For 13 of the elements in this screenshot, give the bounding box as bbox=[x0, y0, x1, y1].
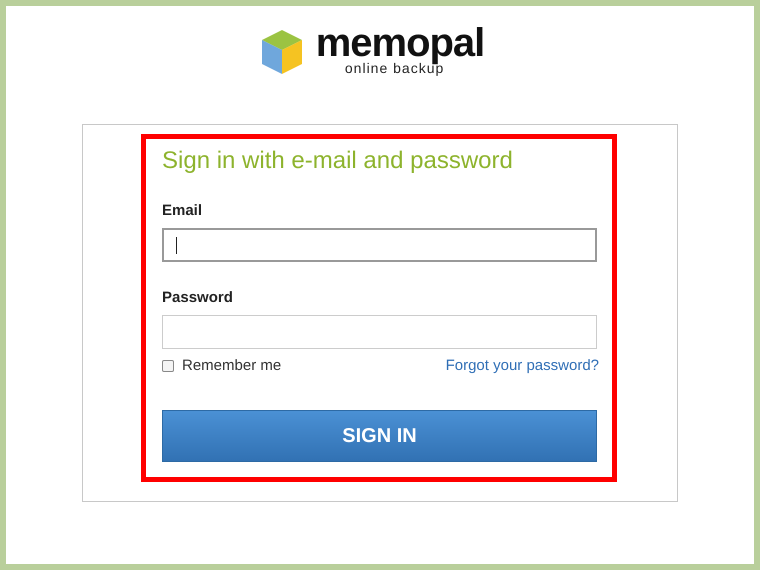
form-title: Sign in with e-mail and password bbox=[162, 147, 514, 175]
input-field[interactable] bbox=[162, 228, 597, 262]
logo-wordmark: memopal bbox=[316, 23, 484, 63]
field-label: Email bbox=[162, 202, 204, 219]
remember-checkbox[interactable] bbox=[162, 360, 174, 372]
logo-tagline: online backup bbox=[344, 61, 444, 75]
text-cursor bbox=[176, 237, 177, 254]
sign-in-button[interactable]: SIGN IN bbox=[162, 410, 597, 462]
checkbox-label: Remember me bbox=[182, 357, 282, 374]
forgot-password-link[interactable]: Forgot your password? bbox=[446, 357, 599, 374]
cube-icon bbox=[260, 28, 304, 76]
field-label: Password bbox=[162, 289, 234, 306]
input-field[interactable] bbox=[162, 315, 597, 349]
